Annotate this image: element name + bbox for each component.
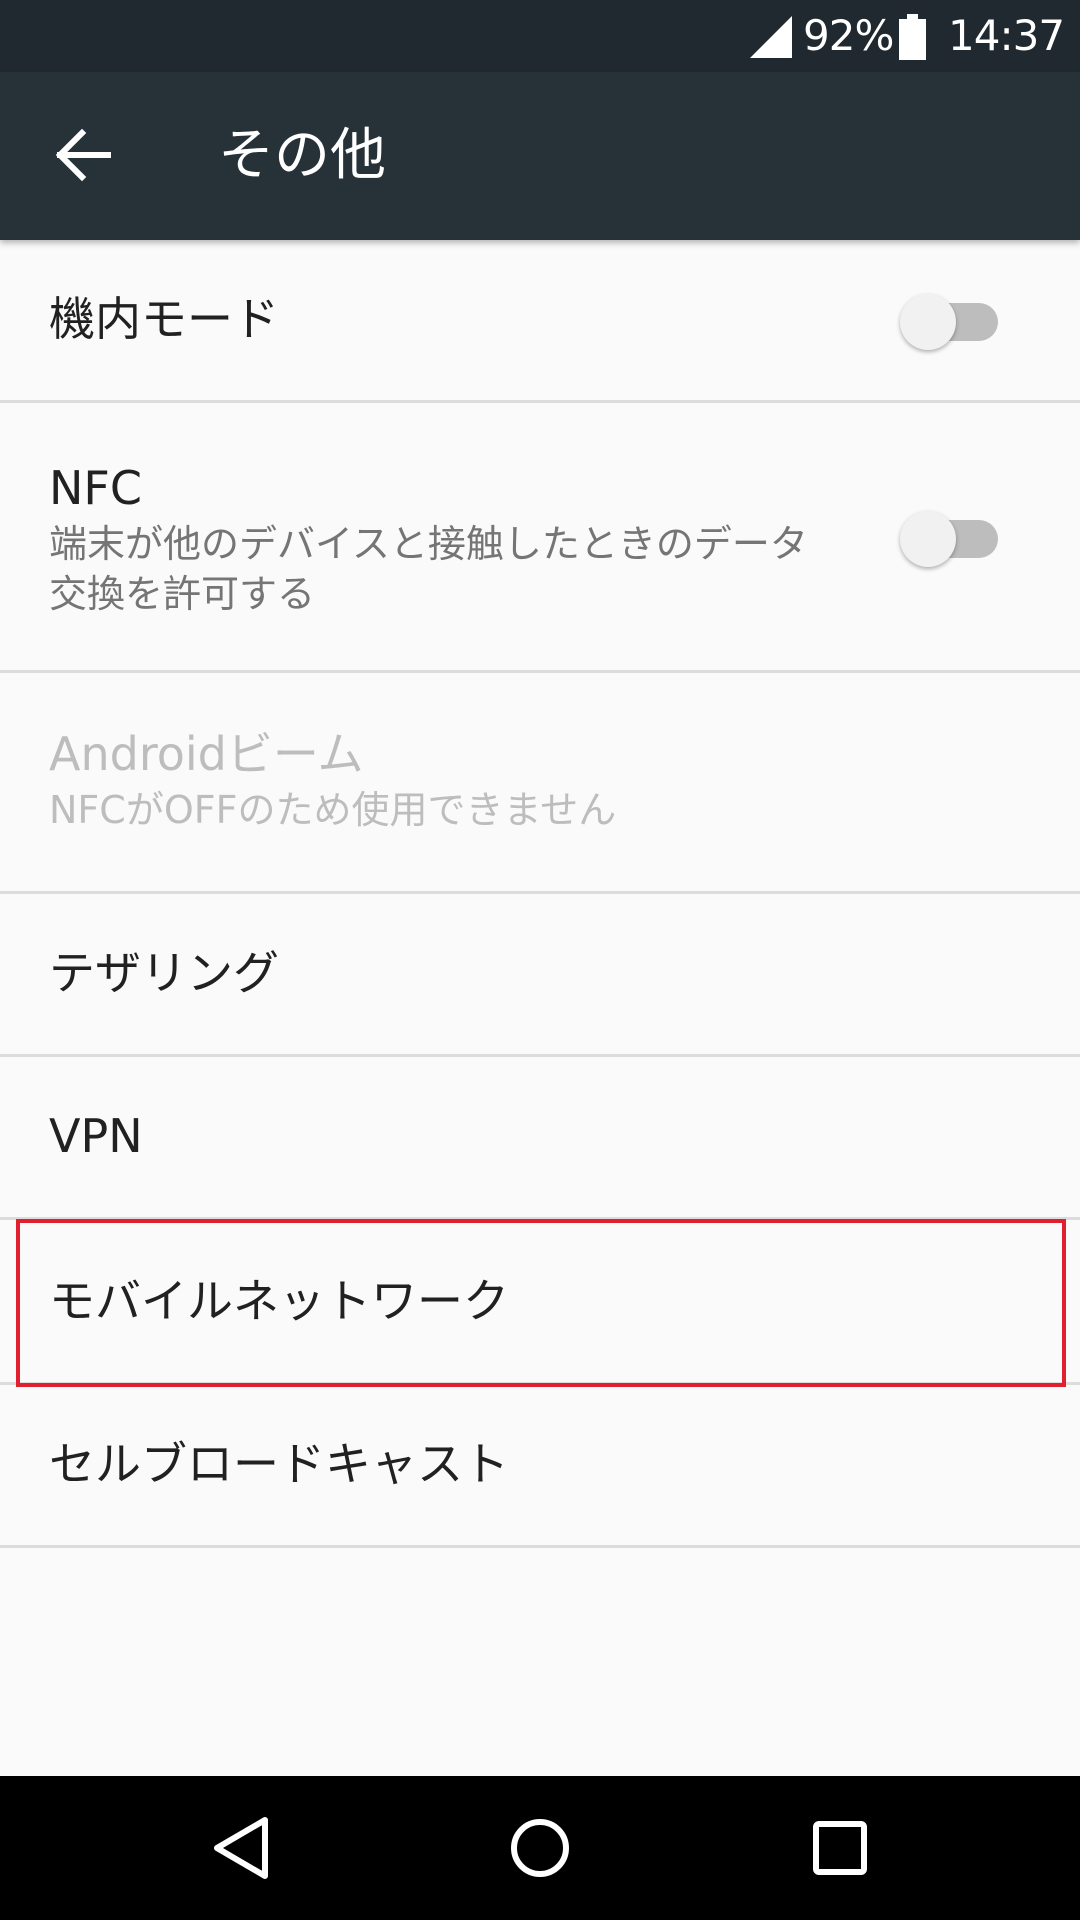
- app-bar: その他: [0, 72, 1080, 240]
- setting-label: 機内モード: [49, 292, 279, 346]
- setting-label: NFC: [49, 461, 142, 515]
- setting-vpn[interactable]: VPN: [0, 1057, 1080, 1220]
- setting-mobile-network[interactable]: モバイルネットワーク: [0, 1220, 1080, 1385]
- setting-summary: 端末が他のデバイスと接触したときのデータ交換を許可する: [49, 522, 808, 616]
- setting-tethering[interactable]: テザリング: [0, 894, 1080, 1057]
- setting-label: VPN: [49, 1109, 143, 1163]
- setting-label: セルブロードキャスト: [49, 1437, 509, 1491]
- navigation-bar: [0, 1776, 1080, 1920]
- status-bar: 92% 14:37: [0, 0, 1080, 72]
- settings-list: 機内モード NFC 端末が他のデバイスと接触したときのデータ交換を許可する An…: [0, 240, 1080, 1548]
- signal-icon: [750, 16, 792, 58]
- nfc-toggle[interactable]: [900, 507, 1000, 567]
- setting-label: テザリング: [49, 946, 279, 1000]
- setting-label: Androidビーム: [49, 727, 364, 781]
- setting-android-beam: Androidビーム NFCがOFFのため使用できません: [0, 673, 1080, 894]
- setting-summary: NFCがOFFのため使用できません: [49, 788, 617, 832]
- page-title: その他: [218, 123, 386, 188]
- setting-airplane-mode[interactable]: 機内モード: [0, 240, 1080, 403]
- nav-home-icon[interactable]: [500, 1808, 580, 1888]
- nav-back-icon[interactable]: [201, 1808, 281, 1888]
- battery-percent: 92%: [803, 11, 894, 60]
- setting-cell-broadcast[interactable]: セルブロードキャスト: [0, 1385, 1080, 1548]
- airplane-mode-toggle[interactable]: [900, 290, 1000, 350]
- toggle-thumb: [900, 511, 956, 567]
- battery-icon: [899, 14, 926, 60]
- setting-nfc[interactable]: NFC 端末が他のデバイスと接触したときのデータ交換を許可する: [0, 403, 1080, 673]
- toggle-thumb: [900, 294, 956, 350]
- nav-recents-icon[interactable]: [800, 1808, 880, 1888]
- setting-label: モバイルネットワーク: [49, 1274, 509, 1328]
- clock: 14:37: [948, 11, 1065, 60]
- arrow-back-icon[interactable]: [52, 122, 118, 188]
